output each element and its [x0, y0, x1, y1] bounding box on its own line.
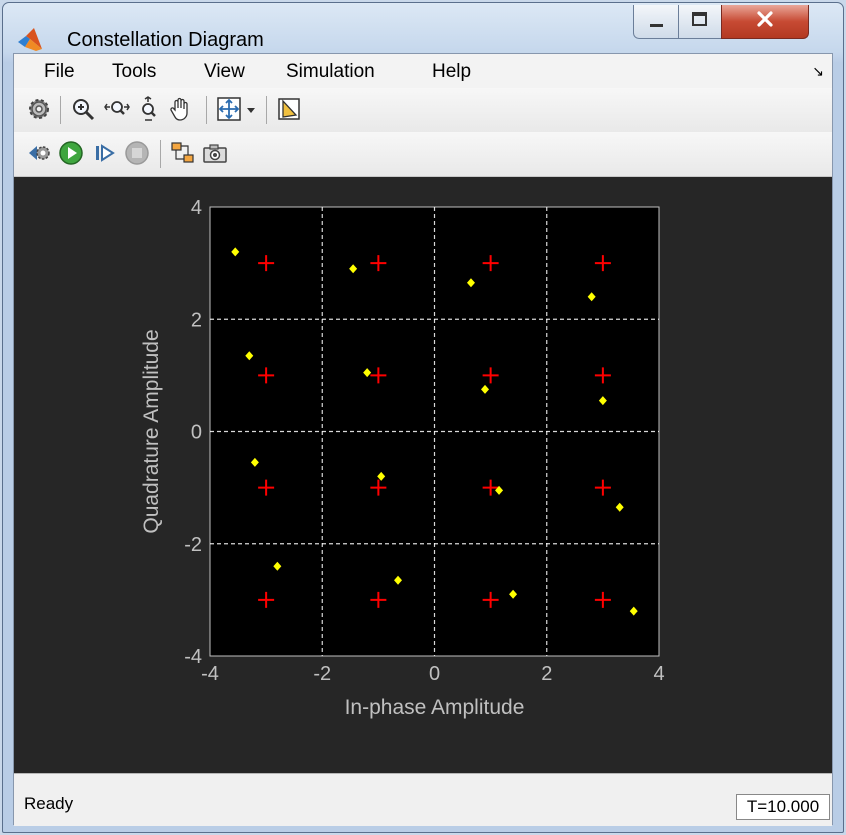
maximize-button[interactable] — [678, 5, 722, 39]
snapshot-icon[interactable] — [202, 140, 228, 166]
toolbar-view — [14, 88, 832, 133]
menu-tools[interactable]: Tools — [112, 61, 156, 83]
close-button[interactable] — [721, 5, 809, 39]
x-axis-label: In-phase Amplitude — [345, 696, 525, 719]
matlab-logo-icon — [18, 28, 42, 51]
step-forward-icon[interactable] — [92, 140, 118, 166]
x-tick-label: 0 — [429, 663, 440, 685]
window-client: File Tools View Simulation Help ↘ -4 -2 … — [13, 53, 833, 826]
menu-help[interactable]: Help — [432, 61, 471, 83]
step-back-icon[interactable] — [26, 140, 52, 166]
status-text: Ready — [24, 794, 74, 813]
plot-area: -4 -2 0 2 4 -4 -2 0 2 4 In-phase Amplitude Quadratu… — [14, 177, 832, 773]
x-tick-label: -4 — [201, 663, 219, 685]
status-bar: Ready T=10.000 — [14, 773, 832, 826]
constellation-chart[interactable]: -4 -2 0 2 4 -4 -2 0 2 4 In-phase Amplitude Quadratu… — [14, 177, 832, 773]
menu-bar: File Tools View Simulation Help ↘ — [14, 54, 832, 89]
y-tick-label: 2 — [191, 309, 202, 331]
minimize-button[interactable] — [633, 5, 679, 39]
simulation-time: T=10.000 — [736, 794, 830, 820]
stop-icon[interactable] — [124, 140, 150, 166]
y-tick-label: 0 — [191, 422, 202, 444]
title-bar[interactable]: Constellation Diagram — [3, 3, 843, 53]
dropdown-arrow-icon[interactable] — [244, 96, 258, 122]
zoom-y-icon[interactable] — [136, 96, 162, 122]
x-tick-label: 4 — [653, 663, 664, 685]
menu-simulation[interactable]: Simulation — [286, 61, 375, 83]
zoom-x-icon[interactable] — [104, 96, 130, 122]
toolbar-separator — [160, 140, 161, 168]
window-title: Constellation Diagram — [67, 29, 264, 51]
zoom-in-icon[interactable] — [70, 96, 96, 122]
close-icon — [757, 11, 773, 27]
autoscale-icon[interactable] — [216, 96, 242, 122]
highlight-block-icon[interactable] — [170, 140, 196, 166]
run-icon[interactable] — [58, 140, 84, 166]
highlight-simulink-block-icon[interactable] — [276, 96, 302, 122]
toolbar-separator — [60, 96, 61, 124]
x-tick-label: -2 — [313, 663, 331, 685]
y-tick-label: -4 — [184, 646, 202, 668]
x-tick-label: 2 — [541, 663, 552, 685]
toolbar-separator — [266, 96, 267, 124]
menu-view[interactable]: View — [204, 61, 245, 83]
toolbar-simulation — [14, 132, 832, 177]
undock-arrow-icon[interactable]: ↘ — [812, 63, 824, 80]
pan-icon[interactable] — [168, 96, 194, 122]
maximize-icon — [692, 12, 707, 26]
toolbar-separator — [206, 96, 207, 124]
window: Constellation Diagram File Tools View Si… — [2, 2, 844, 833]
menu-file[interactable]: File — [44, 61, 75, 83]
minimize-icon — [650, 24, 663, 27]
y-axis-label: Quadrature Amplitude — [140, 329, 163, 533]
settings-icon[interactable] — [26, 96, 52, 122]
y-tick-label: 4 — [191, 197, 202, 219]
y-tick-label: -2 — [184, 534, 202, 556]
